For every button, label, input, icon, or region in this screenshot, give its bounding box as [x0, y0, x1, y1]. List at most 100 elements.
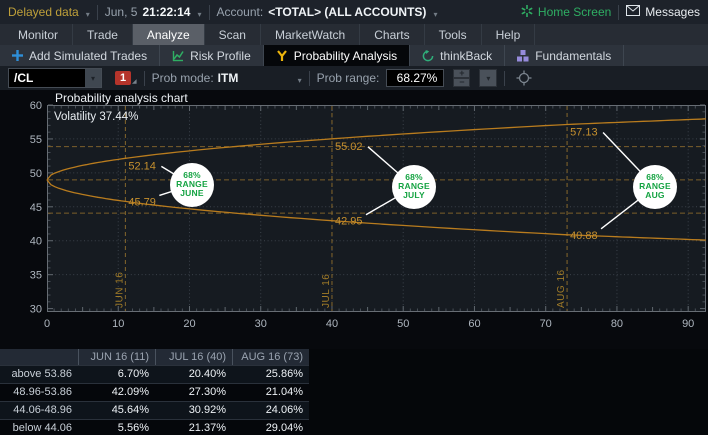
- account-label: Account:: [216, 5, 264, 19]
- symbol-input[interactable]: /CL ▾: [8, 68, 102, 88]
- table-header: JUL 16 (40): [155, 349, 232, 365]
- x-axis-tick-label: 10: [112, 318, 124, 330]
- menu-tab-trade[interactable]: Trade: [73, 24, 133, 45]
- subtab-add-simulated-trades[interactable]: Add Simulated Trades: [0, 45, 161, 66]
- lower-band-value: 42.95: [335, 216, 363, 228]
- main-menu: Monitor Trade Analyze Scan MarketWatch Charts…: [0, 24, 708, 45]
- y-axis-tick-label: 35: [30, 270, 42, 282]
- expiration-label: JUN 16: [114, 272, 125, 308]
- menu-tab-scan[interactable]: Scan: [205, 24, 261, 45]
- probability-value: 29.04%: [265, 422, 303, 434]
- subtab-label: Fundamentals: [535, 48, 612, 63]
- x-axis-tick-label: 0: [44, 318, 50, 330]
- alerts-indicator[interactable]: 1 ◢: [115, 71, 137, 85]
- home-screen-label: Home Screen: [537, 5, 612, 19]
- stepper-down-button[interactable]: −: [453, 78, 471, 87]
- menu-tab-monitor[interactable]: Monitor: [4, 24, 74, 45]
- spark-icon: [521, 4, 533, 20]
- symbol-dropdown-button[interactable]: ▾: [85, 69, 101, 87]
- prob-range-stepper[interactable]: + −: [453, 69, 471, 87]
- row-label: 44.06-48.96: [13, 404, 72, 416]
- probability-icon: [276, 49, 288, 62]
- row-label: above 53.86: [11, 368, 72, 380]
- chevron-down-icon: ▾: [85, 9, 90, 19]
- menu-tab-marketwatch[interactable]: MarketWatch: [261, 24, 361, 45]
- expiration-label: AUG 16: [556, 269, 567, 308]
- chevron-down-icon: ▾: [197, 9, 202, 19]
- lower-band-value: 45.79: [128, 196, 156, 208]
- y-axis-tick-label: 40: [30, 236, 42, 248]
- prob-mode-label: Prob mode:: [151, 71, 214, 85]
- y-axis-tick-label: 60: [30, 100, 42, 112]
- delayed-data-label: Delayed data: [8, 5, 79, 19]
- probability-chart-panel: Probability analysis chart JUN 16 JUL 16 A…: [0, 90, 708, 349]
- menu-tab-analyze[interactable]: Analyze: [132, 24, 205, 45]
- time-value: 21:22:14: [142, 5, 191, 19]
- probability-value: 24.06%: [265, 404, 303, 416]
- y-axis-tick-label: 30: [30, 304, 42, 316]
- envelope-icon: [626, 5, 641, 19]
- row-label: below 44.06: [12, 422, 72, 434]
- table-row: below 44.06 5.56% 21.37% 29.04%: [0, 419, 309, 435]
- home-screen-button[interactable]: Home Screen: [521, 4, 612, 20]
- table-row: 48.96-53.86 42.09% 27.30% 21.04%: [0, 383, 309, 401]
- fundamentals-icon: [517, 49, 529, 62]
- messages-button[interactable]: Messages: [626, 5, 700, 19]
- messages-label: Messages: [645, 5, 700, 19]
- prob-range-input[interactable]: 68.27%: [386, 69, 445, 87]
- subtab-label: thinkBack: [440, 48, 493, 63]
- x-axis-tick-label: 40: [326, 318, 338, 330]
- lower-band-value: 40.88: [570, 230, 598, 242]
- risk-profile-icon: [172, 50, 184, 62]
- volatility-annotation: Volatility 37.44%: [54, 111, 138, 123]
- row-label: 48.96-53.86: [13, 386, 72, 398]
- crosshair-icon[interactable]: [516, 70, 532, 86]
- probability-analysis-chart[interactable]: JUN 16 JUL 16 AUG 16 52.14 45.79 55.02 42.95 57…: [0, 90, 708, 349]
- table-row: 44.06-48.96 45.64% 30.92% 24.06%: [0, 401, 309, 419]
- symbol-value: /CL: [14, 71, 34, 85]
- analyze-subtabs: Add Simulated Trades Risk Profile Probabil…: [0, 45, 708, 66]
- menu-tab-charts[interactable]: Charts: [360, 24, 425, 45]
- delayed-data-selector[interactable]: Delayed data ▾: [8, 5, 90, 19]
- probability-value: 21.04%: [265, 386, 303, 398]
- probability-value: 45.64%: [111, 404, 149, 416]
- subtab-probability-analysis[interactable]: Probability Analysis: [263, 45, 411, 66]
- thinkorswim-app: Delayed data ▾ Jun, 5 21:22:14 ▾ Account…: [0, 0, 708, 435]
- divider: [143, 70, 145, 86]
- expiration-label: JUL 16: [321, 274, 332, 308]
- thinkback-icon: [422, 49, 434, 62]
- prob-range-dropdown-button[interactable]: ▾: [479, 69, 498, 87]
- divider: [96, 4, 98, 20]
- top-status-bar: Delayed data ▾ Jun, 5 21:22:14 ▾ Account…: [0, 0, 708, 24]
- y-axis-tick-label: 45: [30, 202, 42, 214]
- upper-band-value: 57.13: [570, 126, 598, 138]
- upper-band-value: 52.14: [128, 160, 156, 172]
- chart-controls: /CL ▾ 1 ◢ Prob mode: ITM ▾ Prob range: 6…: [0, 66, 708, 90]
- alerts-badge[interactable]: 1: [115, 71, 131, 85]
- account-selector[interactable]: Account: <TOTAL> (ALL ACCOUNTS) ▾: [217, 5, 438, 19]
- menu-tab-help[interactable]: Help: [482, 24, 536, 45]
- probability-value: 21.37%: [188, 422, 226, 434]
- table-row: above 53.86 6.70% 20.40% 25.86%: [0, 365, 309, 383]
- plus-icon: [12, 50, 23, 61]
- date-label: Jun, 5: [104, 5, 138, 19]
- prob-mode-selector[interactable]: Prob mode: ITM ▾: [152, 71, 302, 85]
- chevron-down-icon: ▾: [433, 9, 438, 19]
- probability-value: 25.86%: [265, 368, 303, 380]
- prob-range-value: 68.27%: [396, 71, 438, 85]
- probability-value: 20.40%: [188, 368, 226, 380]
- subtab-label: Risk Profile: [190, 48, 251, 63]
- x-axis-tick-label: 50: [397, 318, 409, 330]
- table-header-row: JUN 16 (11) JUL 16 (40) AUG 16 (73): [0, 349, 309, 365]
- clock-selector[interactable]: Jun, 5 21:22:14 ▾: [105, 5, 202, 19]
- subtab-fundamentals[interactable]: Fundamentals: [505, 45, 625, 66]
- x-axis-tick-label: 30: [255, 318, 267, 330]
- y-axis-tick-label: 55: [30, 134, 42, 146]
- subtab-label: Probability Analysis: [293, 48, 398, 63]
- menu-tab-tools[interactable]: Tools: [425, 24, 482, 45]
- subtab-thinkback[interactable]: thinkBack: [410, 45, 506, 66]
- x-axis-tick-label: 20: [183, 318, 195, 330]
- subtab-risk-profile[interactable]: Risk Profile: [160, 45, 264, 66]
- x-axis-tick-label: 60: [468, 318, 480, 330]
- subtab-label: Add Simulated Trades: [29, 48, 148, 63]
